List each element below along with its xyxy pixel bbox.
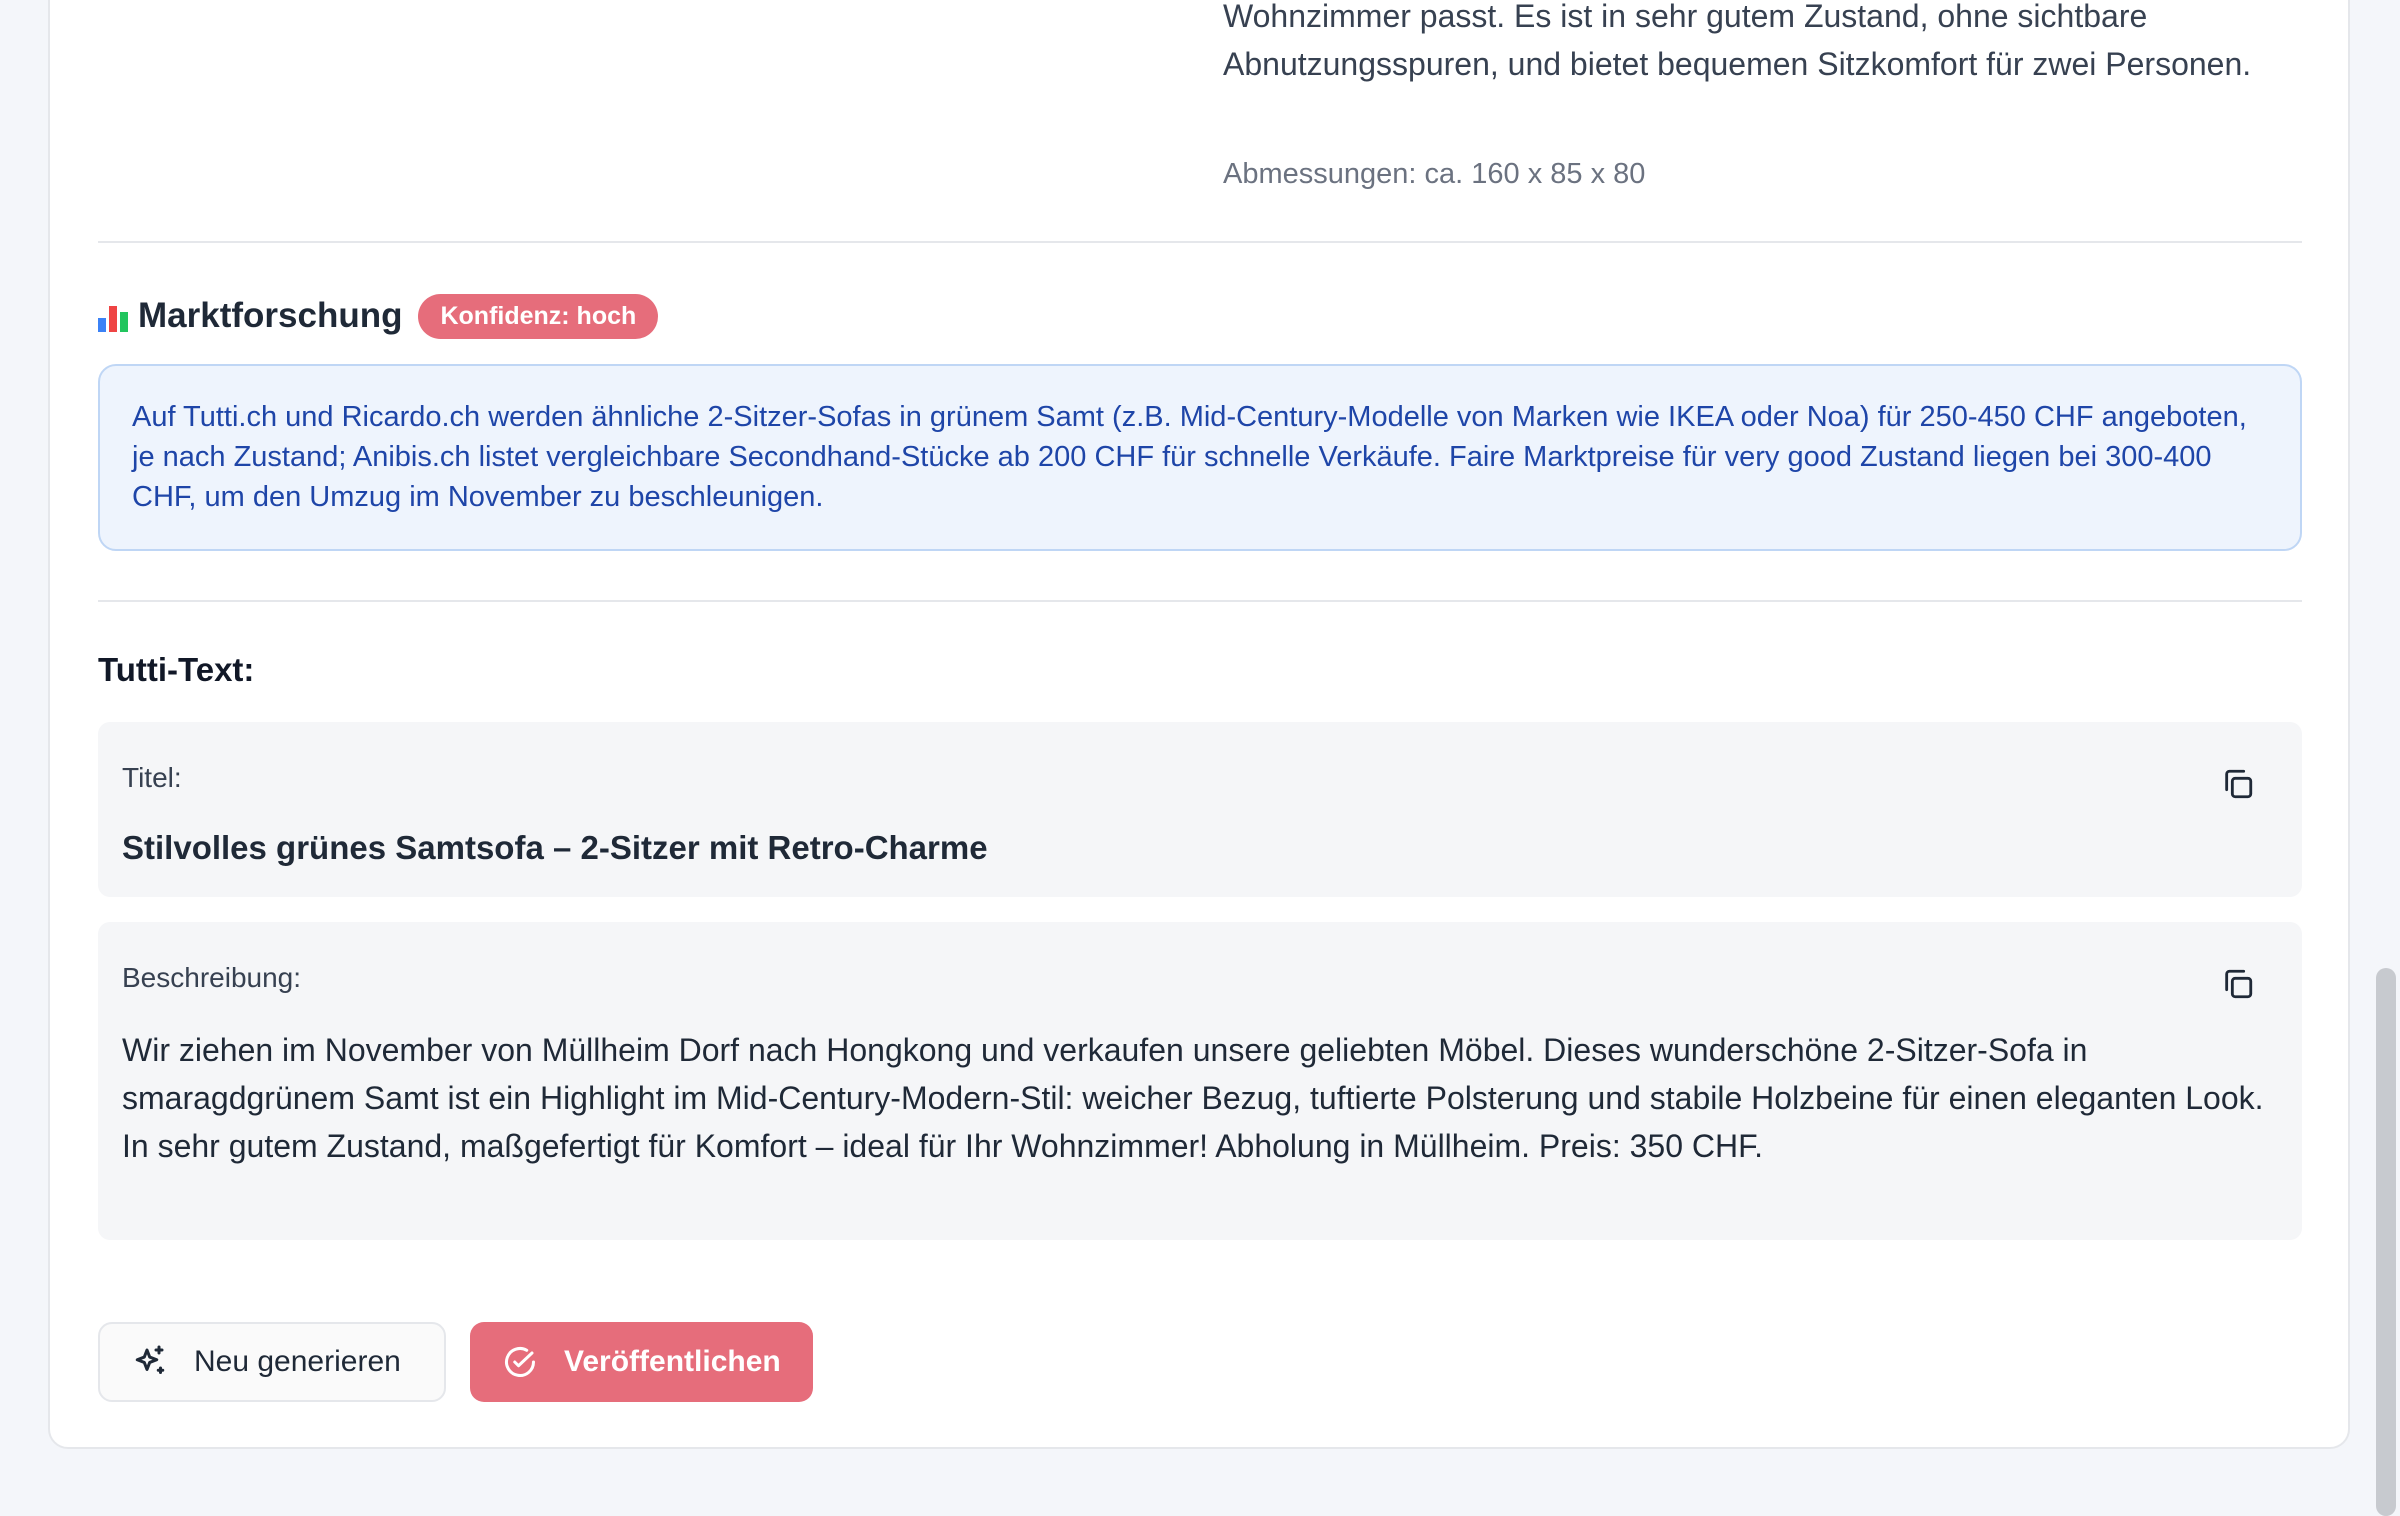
section-divider [98, 600, 2302, 602]
tutti-description-field: Beschreibung: Wir ziehen im November von… [98, 922, 2302, 1240]
listing-dimensions: Abmessungen: ca. 160 x 85 x 80 [1223, 158, 1646, 190]
tutti-title-value: Stilvolles grünes Samtsofa – 2-Sitzer mi… [122, 829, 988, 866]
check-circle-icon [505, 1347, 535, 1377]
tutti-description-value: Wir ziehen im November von Müllheim Dorf… [122, 1032, 2264, 1164]
bar-chart-icon [98, 300, 128, 332]
regenerate-label: Neu generieren [194, 1345, 401, 1378]
listing-description: Wohnzimmer passt. Es ist in sehr gutem Z… [1223, 0, 2252, 82]
confidence-badge: Konfidenz: hoch [418, 293, 659, 339]
tutti-text-label: Tutti-Text: [98, 651, 255, 688]
tutti-title-field: Titel: Stilvolles grünes Samtsofa – 2-Si… [98, 722, 2302, 897]
scrollbar[interactable] [2370, 0, 2400, 1516]
section-divider [98, 241, 2302, 243]
market-research-title: Marktforschung [98, 296, 402, 336]
scrollbar-thumb[interactable] [2376, 968, 2396, 1516]
market-research-header: Marktforschung Konfidenz: hoch [98, 292, 659, 340]
tutti-title-label: Titel: [122, 762, 182, 793]
publish-button[interactable]: Veröffentlichen [470, 1322, 813, 1402]
market-research-title-text: Marktforschung [138, 296, 403, 335]
copy-icon [2225, 969, 2253, 999]
copy-title-button[interactable] [2216, 762, 2260, 806]
copy-icon [2225, 769, 2253, 799]
regenerate-button[interactable]: Neu generieren [98, 1322, 446, 1402]
market-research-text: Auf Tutti.ch und Ricardo.ch werden ähnli… [98, 364, 2302, 551]
copy-description-button[interactable] [2216, 962, 2260, 1006]
tutti-description-label: Beschreibung: [122, 962, 302, 993]
sparkles-icon [135, 1345, 165, 1374]
publish-label: Veröffentlichen [564, 1345, 781, 1378]
